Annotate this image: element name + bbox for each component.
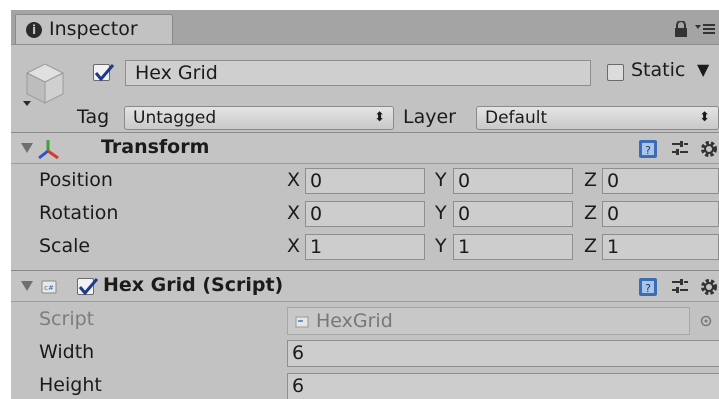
preset-sliders-icon[interactable]: [670, 139, 690, 159]
transform-row-rotation: Rotation X 0 Y 0 Z 0: [11, 198, 719, 231]
svg-text:c#: c#: [44, 284, 54, 292]
scale-z-input[interactable]: 1: [602, 234, 719, 260]
height-label: Height: [39, 374, 102, 396]
tag-dropdown[interactable]: Untagged ⬍: [124, 106, 394, 130]
gear-icon[interactable]: [699, 139, 719, 159]
context-menu-icon[interactable]: [694, 20, 716, 36]
object-picker-icon[interactable]: [700, 315, 712, 327]
active-checkbox[interactable]: [93, 64, 115, 82]
rotation-y-input[interactable]: 0: [453, 201, 573, 227]
script-file-icon: [295, 316, 309, 328]
transform-axes-icon: [38, 140, 59, 160]
script-component-title: Hex Grid (Script): [103, 274, 284, 296]
info-icon: i: [26, 22, 42, 38]
script-reference-value: HexGrid: [316, 310, 393, 332]
axis-x-label: X: [287, 169, 301, 191]
axis-z-label: Z: [584, 235, 598, 257]
static-dropdown-arrow-icon[interactable]: ▼: [697, 60, 709, 79]
tab-bar: i Inspector: [11, 10, 719, 45]
axis-x-label: X: [287, 202, 301, 224]
checkmark-icon: [94, 64, 115, 82]
tag-label: Tag: [77, 106, 110, 128]
static-label: Static: [631, 59, 686, 81]
updown-arrow-icon: ⬍: [374, 110, 385, 125]
width-input[interactable]: 6: [287, 340, 719, 367]
layer-dropdown[interactable]: Default ⬍: [476, 106, 719, 130]
inspector-panel: i Inspector Hex Grid Static ▼ Tag Untagg…: [11, 10, 719, 399]
static-checkbox[interactable]: [607, 64, 624, 81]
axis-y-label: Y: [435, 235, 447, 257]
tag-value: Untagged: [133, 108, 217, 128]
axis-x-label: X: [287, 235, 301, 257]
layer-label: Layer: [403, 106, 456, 128]
script-component-header[interactable]: c# Hex Grid (Script) ?: [11, 270, 719, 302]
gameobject-name-input[interactable]: Hex Grid: [125, 60, 591, 86]
foldout-arrow-icon[interactable]: [21, 143, 33, 153]
svg-text:?: ?: [645, 144, 651, 157]
rotation-label: Rotation: [39, 202, 119, 224]
axis-y-label: Y: [435, 202, 447, 224]
transform-row-scale: Scale X 1 Y 1 Z 1: [11, 231, 719, 264]
svg-text:?: ?: [645, 282, 651, 295]
help-book-icon[interactable]: ?: [638, 139, 658, 159]
gameobject-cube-icon: [23, 63, 65, 106]
position-x-input[interactable]: 0: [305, 168, 425, 194]
height-field-row: Height 6: [11, 370, 719, 399]
help-book-icon[interactable]: ?: [638, 277, 658, 297]
rotation-x-input[interactable]: 0: [305, 201, 425, 227]
position-label: Position: [39, 169, 113, 191]
tab-inspector-label: Inspector: [49, 18, 138, 40]
axis-z-label: Z: [584, 202, 598, 224]
scale-x-input[interactable]: 1: [305, 234, 425, 260]
checkmark-icon: [78, 278, 99, 296]
csharp-script-icon: c#: [41, 280, 57, 294]
lock-icon[interactable]: [672, 21, 690, 37]
axis-y-label: Y: [435, 169, 447, 191]
script-enabled-checkbox[interactable]: [77, 278, 99, 296]
height-input[interactable]: 6: [287, 373, 719, 399]
transform-row-position: Position X 0 Y 0 Z 0: [11, 165, 719, 198]
position-y-input[interactable]: 0: [453, 168, 573, 194]
script-reference-field[interactable]: HexGrid: [287, 307, 690, 335]
width-field-row: Width 6: [11, 337, 719, 370]
foldout-arrow-icon[interactable]: [21, 281, 33, 291]
axis-z-label: Z: [584, 169, 598, 191]
position-z-input[interactable]: 0: [602, 168, 719, 194]
script-reference-row: Script HexGrid: [11, 304, 719, 337]
transform-component-header[interactable]: Transform ?: [11, 132, 719, 164]
width-label: Width: [39, 341, 95, 363]
gear-icon[interactable]: [699, 277, 719, 297]
scale-label: Scale: [39, 235, 91, 257]
layer-value: Default: [485, 108, 548, 128]
script-label: Script: [39, 308, 95, 330]
tab-inspector[interactable]: i Inspector: [15, 14, 173, 44]
transform-title: Transform: [101, 136, 210, 158]
updown-arrow-icon: ⬍: [699, 110, 710, 125]
gameobject-header: Hex Grid Static ▼ Tag Untagged ⬍ Layer D…: [11, 45, 719, 131]
preset-sliders-icon[interactable]: [670, 277, 690, 297]
rotation-z-input[interactable]: 0: [602, 201, 719, 227]
scale-y-input[interactable]: 1: [453, 234, 573, 260]
